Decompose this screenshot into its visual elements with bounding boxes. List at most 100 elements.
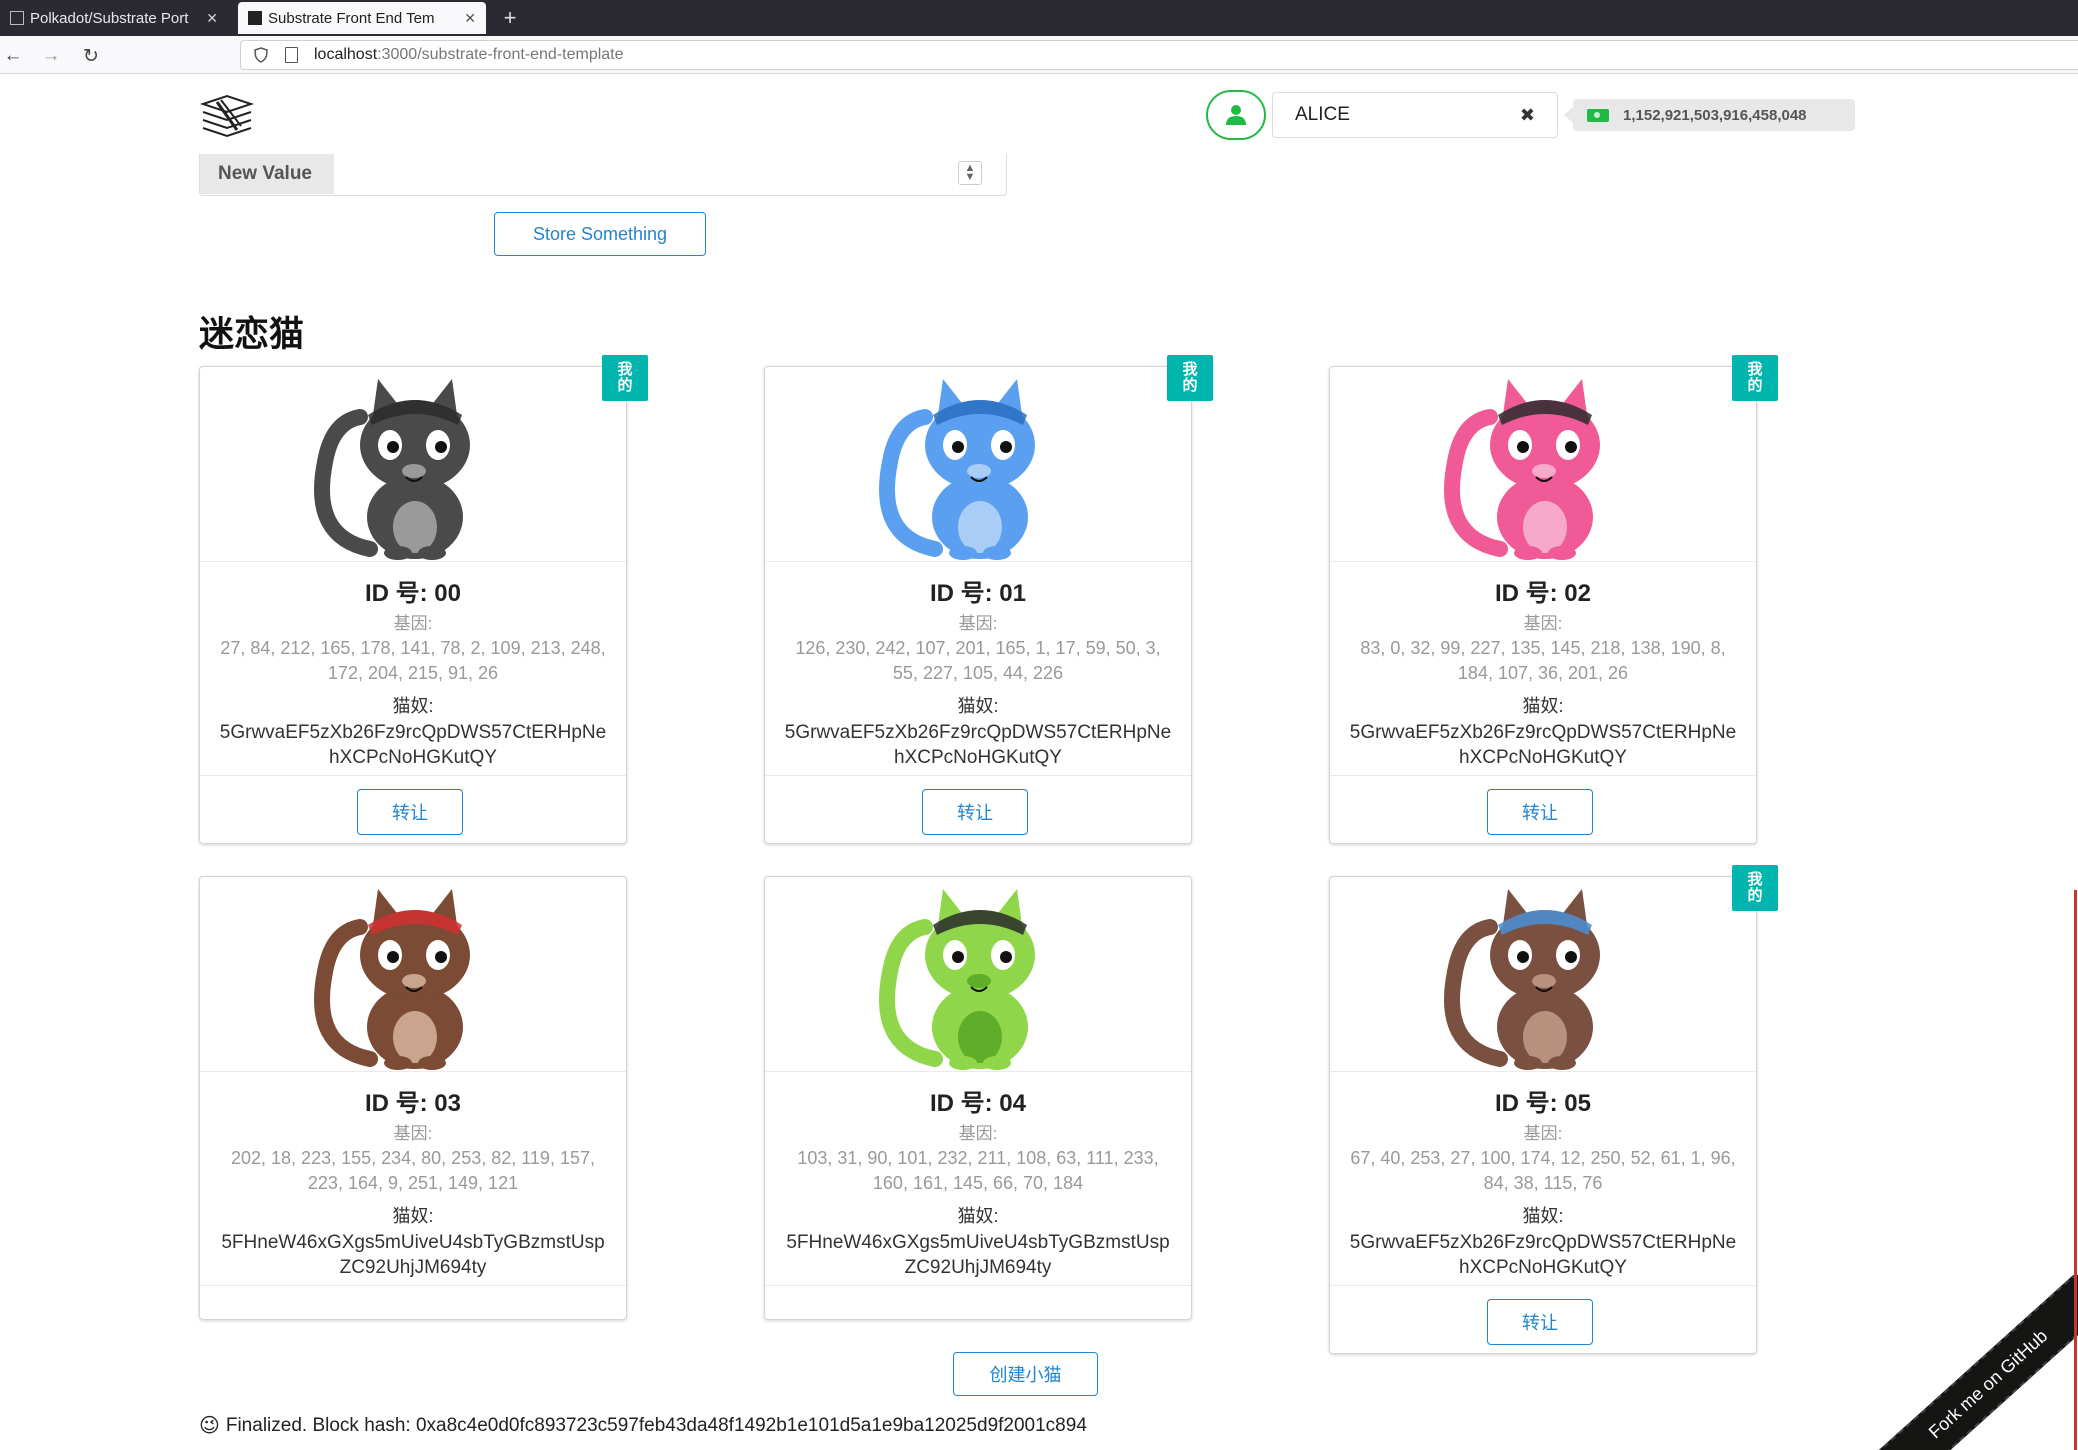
new-tab-button[interactable]: + [494,2,526,34]
owner-label: 猫奴: [957,696,999,716]
balance-value: 1,152,921,503,916,458,048 [1623,106,1807,124]
kitty-cat-icon [879,379,1035,560]
kitty-cat-icon [314,889,470,1070]
kitty-dna: 67, 40, 253, 27, 100, 174, 12, 250, 52, … [1350,1148,1736,1193]
card-actions: 转让 [200,775,626,846]
kitty-owner: 5GrwvaEF5zXb26Fz9rcQpDWS57CtERHpNehXCPcN… [1349,1232,1737,1278]
kitty-image [1330,367,1756,562]
kitty-owner: 5GrwvaEF5zXb26Fz9rcQpDWS57CtERHpNehXCPcN… [1349,722,1737,768]
mine-badge-char: 我 [1747,871,1763,888]
store-something-button[interactable]: Store Something [494,212,706,256]
kitty-dna: 103, 31, 90, 101, 232, 211, 108, 63, 111… [797,1148,1159,1193]
mine-badge: 我的 [602,355,648,401]
shield-icon[interactable] [253,47,269,63]
kitty-image [765,367,1191,562]
user-icon [1226,105,1246,125]
transfer-button[interactable]: 转让 [1487,1299,1593,1345]
back-button[interactable]: ← [0,43,26,69]
mine-badge-char: 的 [1747,377,1763,394]
mine-badge-char: 我 [1182,361,1198,378]
url-host: localhost [314,46,378,63]
scroll-indicator [2074,890,2077,1450]
page-favicon-icon [248,11,262,25]
kitty-id: ID 号: 04 [929,1090,1027,1117]
url-path: :3000/substrate-front-end-template [377,46,624,63]
kitty-cat-icon [1444,889,1600,1070]
dna-label: 基因: [958,614,998,633]
kitty-id: ID 号: 00 [364,580,462,607]
dna-label: 基因: [1523,614,1563,633]
balance-label: 1,152,921,503,916,458,048 [1564,99,1855,131]
kitty-dna: 202, 18, 223, 155, 234, 80, 253, 82, 119… [231,1148,595,1193]
mine-badge-char: 我 [617,361,633,378]
tab-substrate-front-end[interactable]: Substrate Front End Tem ✕ [238,2,486,34]
kitty-image [200,367,626,562]
kitty-cat-icon [879,889,1035,1070]
kitty-owner: 5GrwvaEF5zXb26Fz9rcQpDWS57CtERHpNehXCPcN… [219,722,607,768]
mine-badge: 我的 [1167,355,1213,401]
kitty-image [200,877,626,1072]
page-info-icon[interactable] [285,47,298,63]
close-tab-icon[interactable]: ✕ [200,10,218,27]
kitty-card: ID 号: 05 基因: 67, 40, 253, 27, 100, 174, … [1329,865,1778,1356]
tx-status-text: Finalized. Block hash: 0xa8c4e0d0fc89372… [225,1414,1087,1436]
kitty-card: ID 号: 00 基因: 27, 84, 212, 165, 178, 141,… [199,355,648,846]
fork-ribbon[interactable]: Fork me on GitHub [1858,1275,2078,1450]
transfer-button[interactable]: 转让 [922,789,1028,835]
kitty-card: ID 号: 04 基因: 103, 31, 90, 101, 232, 211,… [764,876,1192,1320]
kitty-image [765,877,1191,1072]
tab-label: Polkadot/Substrate Port [30,9,189,27]
account-name: ALICE [1295,104,1350,125]
kitty-dna: 27, 84, 212, 165, 178, 141, 78, 2, 109, … [220,638,606,683]
kitty-id: ID 号: 02 [1494,580,1592,607]
card-actions [200,1285,626,1322]
dna-label: 基因: [1523,1124,1563,1143]
tab-label: Substrate Front End Tem [268,9,435,27]
number-stepper[interactable]: ▲ ▼ [958,161,982,185]
section-title: 迷恋猫 [199,315,305,354]
mine-badge: 我的 [1732,865,1778,911]
kitty-cat-icon [314,379,470,560]
dna-label: 基因: [393,614,433,633]
new-value-label: New Value [200,154,334,194]
kitty-id: ID 号: 01 [929,580,1027,607]
kitty-dna: 83, 0, 32, 99, 227, 135, 145, 218, 138, … [1360,638,1726,683]
owner-label: 猫奴: [392,696,434,716]
address-bar[interactable]: localhost:3000/substrate-front-end-templ… [240,40,2078,70]
owner-label: 猫奴: [392,1206,434,1226]
forward-button[interactable]: → [38,43,64,69]
account-select[interactable]: ALICE ✖ [1272,92,1558,138]
card-actions: 转让 [1330,775,1756,846]
tx-status: 😉 Finalized. Block hash: 0xa8c4e0d0fc893… [199,1413,1087,1438]
dna-label: 基因: [393,1124,433,1143]
owner-label: 猫奴: [1522,696,1564,716]
kitty-dna: 126, 230, 242, 107, 201, 165, 1, 17, 59,… [795,638,1161,683]
money-icon [1587,108,1609,122]
account-avatar[interactable] [1206,90,1266,140]
close-tab-icon[interactable]: ✕ [458,10,476,27]
create-kitty-button[interactable]: 创建小猫 [953,1352,1098,1396]
clear-account-icon[interactable]: ✖ [1520,105,1535,126]
mine-badge-char: 的 [1182,377,1198,394]
chevron-down-icon[interactable]: ▼ [965,172,976,183]
kitty-card: ID 号: 02 基因: 83, 0, 32, 99, 227, 135, 14… [1329,355,1778,846]
wink-emoji-icon: 😉 [199,1415,220,1437]
transfer-button[interactable]: 转让 [357,789,463,835]
page-favicon-icon [10,11,24,25]
substrate-logo-icon[interactable] [199,92,255,140]
reload-button[interactable]: ↻ [78,43,104,69]
mine-badge-char: 我 [1747,361,1763,378]
tab-polkadot-portal[interactable]: Polkadot/Substrate Port ✕ [0,2,228,34]
transfer-button[interactable]: 转让 [1487,789,1593,835]
kitty-id: ID 号: 03 [364,1090,462,1117]
kitty-card: ID 号: 01 基因: 126, 230, 242, 107, 201, 16… [764,355,1213,846]
mine-badge-char: 的 [1747,887,1763,904]
card-actions: 转让 [765,775,1191,846]
kitty-owner: 5FHneW46xGXgs5mUiveU4sbTyGBzmstUspZC92Uh… [221,1232,605,1278]
card-actions: 转让 [1330,1285,1756,1356]
mine-badge: 我的 [1732,355,1778,401]
kitty-cat-icon [1444,379,1600,560]
card-actions [765,1285,1191,1322]
fork-ribbon-label[interactable]: Fork me on GitHub [1860,1275,2078,1450]
owner-label: 猫奴: [957,1206,999,1226]
